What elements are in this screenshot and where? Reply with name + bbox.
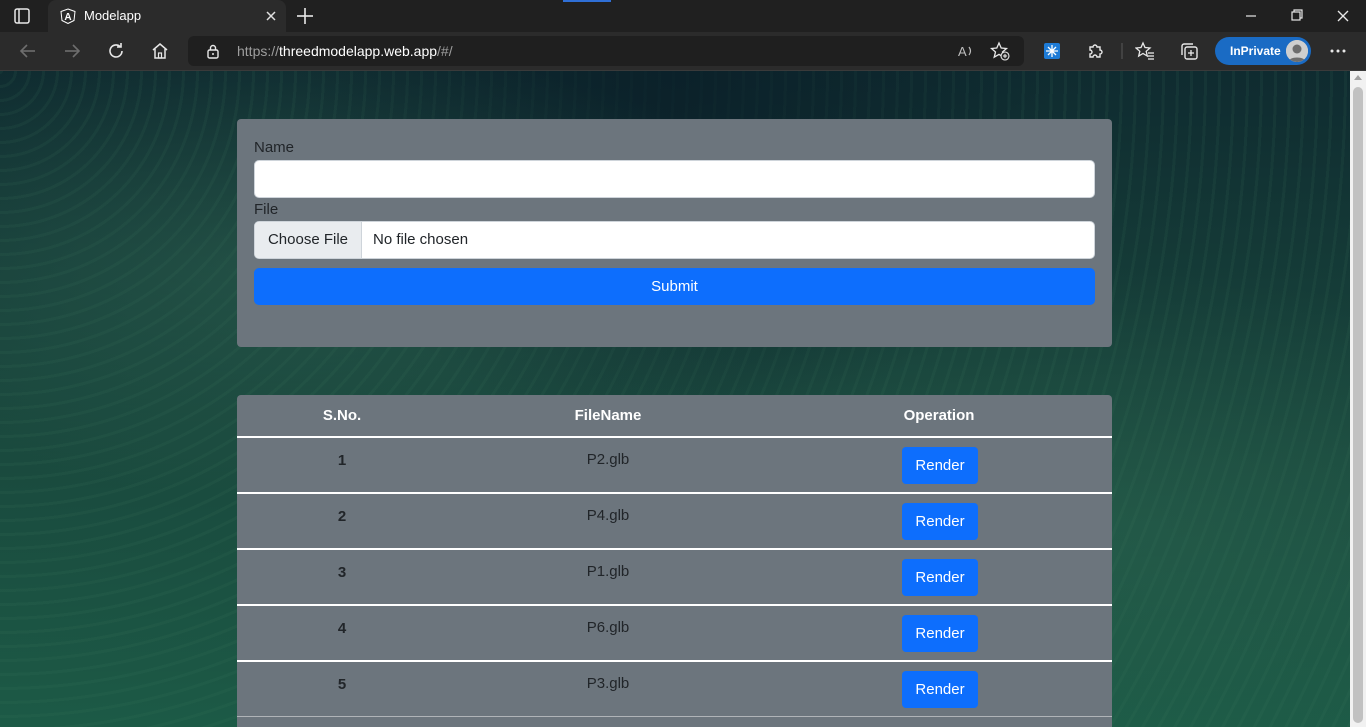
tab-title: Modelapp (84, 8, 142, 23)
table-row: 4 P6.glb Render (237, 606, 1112, 660)
header-sno: S.No. (322, 407, 362, 424)
render-button[interactable]: Render (902, 559, 978, 596)
inprivate-label: InPrivate (1230, 44, 1281, 58)
svg-text:A: A (64, 12, 71, 23)
toolbar-divider (1121, 41, 1123, 61)
cell-sno: 2 (337, 508, 347, 525)
scroll-thumb[interactable] (1353, 87, 1363, 723)
page-content: Name File Choose File No file chosen Sub… (0, 71, 1350, 727)
cell-sno: 4 (337, 620, 347, 637)
table-row: 5 P3.glb Render (237, 662, 1112, 716)
cell-sno: 3 (337, 564, 347, 581)
favorites-icon[interactable] (1134, 41, 1155, 61)
close-tab-icon[interactable] (262, 7, 280, 25)
header-filename: FileName (574, 407, 642, 424)
minimize-icon[interactable] (1228, 0, 1274, 32)
cell-filename: P3.glb (586, 675, 630, 692)
restore-icon[interactable] (1274, 0, 1320, 32)
render-button[interactable]: Render (902, 447, 978, 484)
angular-favicon-icon: A (60, 8, 76, 25)
cell-filename: P6.glb (586, 619, 630, 636)
back-icon[interactable] (18, 41, 38, 61)
render-button[interactable]: Render (902, 671, 978, 708)
address-bar[interactable]: https://threedmodelapp.web.app/#/ A (188, 36, 1024, 66)
header-operation: Operation (903, 407, 975, 424)
refresh-icon[interactable] (106, 41, 126, 61)
read-aloud-icon[interactable]: A (956, 41, 976, 61)
table-divider (237, 716, 1112, 717)
file-status-text: No file chosen (373, 231, 469, 248)
lock-icon[interactable] (206, 43, 220, 59)
tab-actions-icon[interactable] (12, 6, 32, 26)
url-scheme: https:// (237, 43, 280, 59)
forward-icon[interactable] (62, 41, 82, 61)
avatar (1286, 40, 1308, 62)
address-url: https://threedmodelapp.web.app/#/ (237, 43, 453, 59)
collections-icon[interactable] (1179, 41, 1199, 61)
add-favorite-icon[interactable] (989, 41, 1010, 61)
extension-icon[interactable] (1042, 41, 1062, 61)
scroll-up-arrow-icon[interactable] (1354, 75, 1362, 80)
extensions-icon[interactable] (1086, 41, 1106, 61)
files-table: S.No. FileName Operation 1 P2.glb Render… (237, 395, 1112, 727)
more-icon[interactable] (1328, 41, 1348, 61)
close-window-icon[interactable] (1320, 0, 1366, 32)
render-button[interactable]: Render (902, 615, 978, 652)
name-label: Name (254, 139, 295, 156)
cell-filename: P1.glb (586, 563, 630, 580)
url-path: /#/ (437, 43, 453, 59)
browser-toolbar: https://threedmodelapp.web.app/#/ A InPr… (0, 32, 1366, 71)
file-label: File (254, 201, 279, 218)
svg-text:A: A (958, 44, 967, 59)
browser-window: A Modelapp https://threedmodelapp.web.ap… (0, 0, 1366, 727)
render-button[interactable]: Render (902, 503, 978, 540)
table-row: 2 P4.glb Render (237, 494, 1112, 548)
inprivate-button[interactable]: InPrivate (1215, 37, 1311, 65)
name-input[interactable] (254, 160, 1095, 198)
tab-accent-bar (563, 0, 611, 2)
table-row: 3 P1.glb Render (237, 550, 1112, 604)
browser-tab[interactable]: A Modelapp (48, 0, 286, 32)
file-input[interactable]: Choose File No file chosen (254, 221, 1095, 259)
tab-strip: A Modelapp (0, 0, 1366, 32)
submit-button[interactable]: Submit (254, 268, 1095, 305)
url-host: threedmodelapp.web.app (279, 43, 438, 59)
cell-sno: 1 (337, 452, 347, 469)
table-row: 1 P2.glb Render (237, 438, 1112, 492)
upload-form-card: Name File Choose File No file chosen Sub… (237, 119, 1112, 347)
cell-sno: 5 (337, 676, 347, 693)
page-scrollbar[interactable] (1350, 71, 1366, 727)
cell-filename: P2.glb (586, 451, 630, 468)
home-icon[interactable] (150, 41, 170, 61)
new-tab-icon[interactable] (294, 5, 316, 27)
cell-filename: P4.glb (586, 507, 630, 524)
choose-file-button[interactable]: Choose File (255, 222, 362, 258)
